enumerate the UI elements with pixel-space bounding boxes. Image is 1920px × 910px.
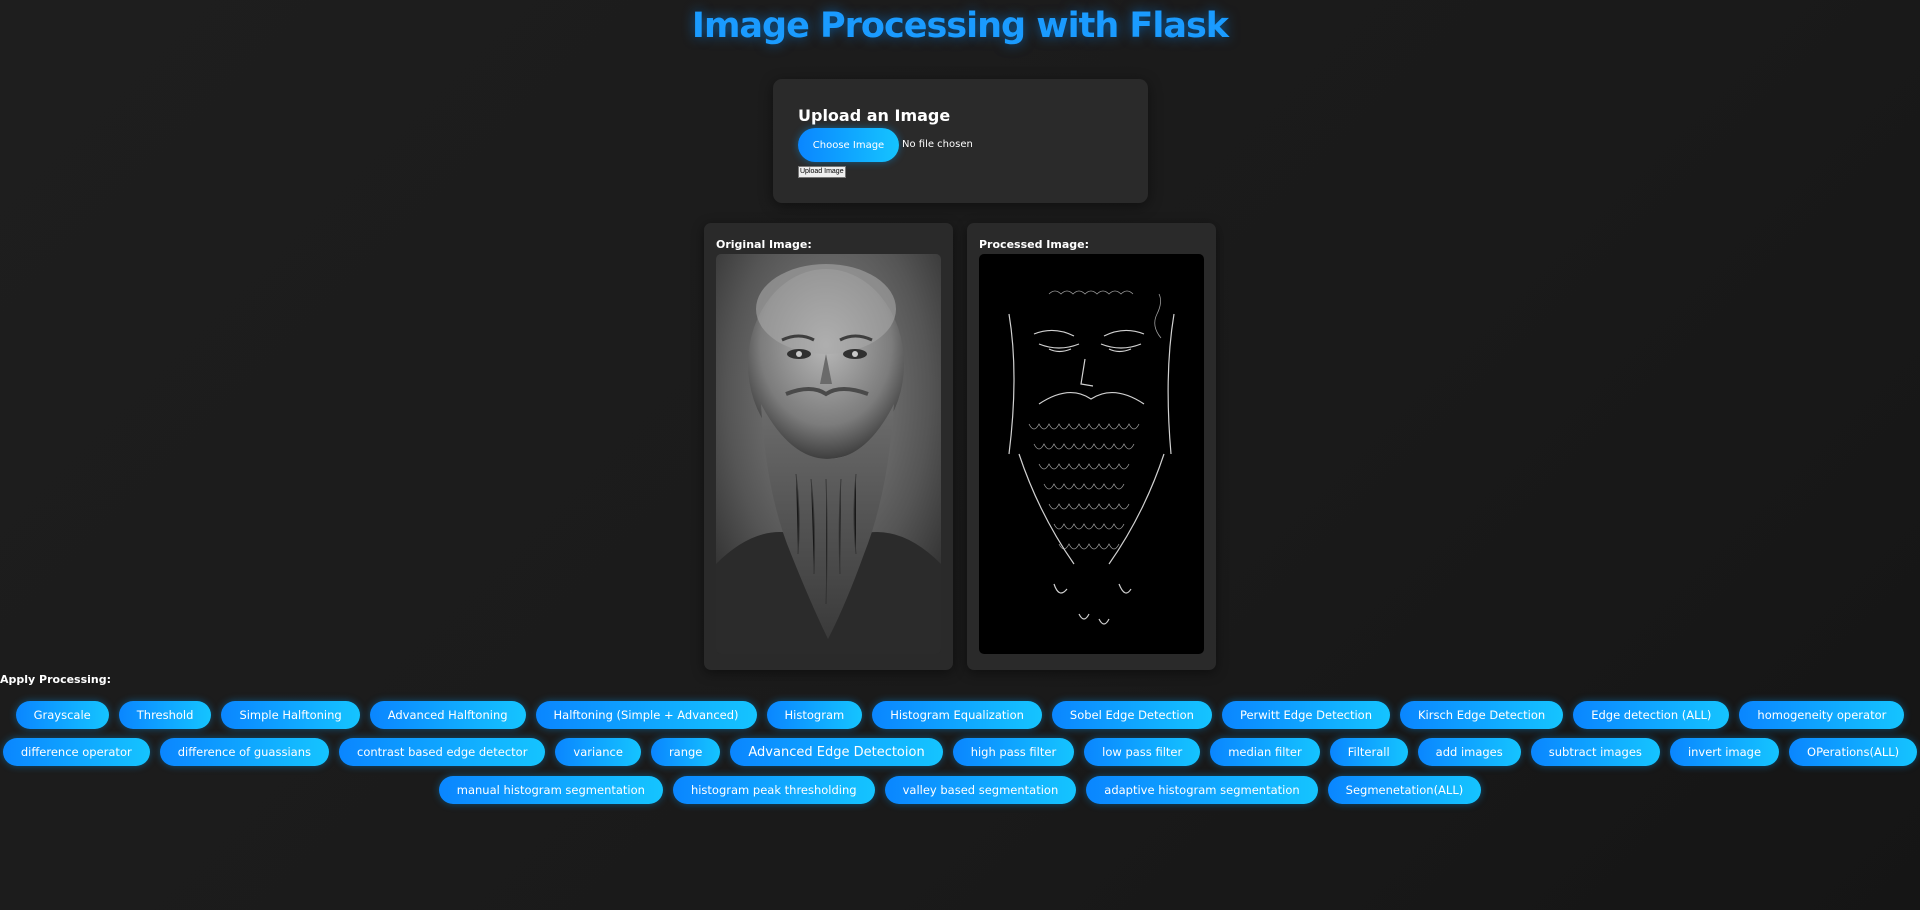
original-image-label: Original Image: bbox=[716, 238, 812, 251]
manual-histogram-segmentation-button[interactable]: manual histogram segmentation bbox=[438, 776, 663, 804]
operations-all-button[interactable]: OPerations(ALL) bbox=[1789, 738, 1918, 766]
edge-detection-all-button[interactable]: Edge detection (ALL) bbox=[1573, 701, 1730, 729]
grayscale-button[interactable]: Grayscale bbox=[15, 701, 109, 729]
add-images-button[interactable]: add images bbox=[1417, 738, 1521, 766]
halftoning-simple-advanced-button[interactable]: Halftoning (Simple + Advanced) bbox=[535, 701, 757, 729]
invert-image-button[interactable]: invert image bbox=[1669, 738, 1780, 766]
processing-buttons-row-3: manual histogram segmentation histogram … bbox=[0, 776, 1920, 804]
segmentation-all-button[interactable]: Segmenetation(ALL) bbox=[1327, 776, 1482, 804]
file-status-text: No file chosen bbox=[902, 139, 973, 150]
processed-image bbox=[979, 254, 1204, 654]
upload-card: Upload an Image Choose Image No file cho… bbox=[773, 79, 1148, 203]
threshold-button[interactable]: Threshold bbox=[118, 701, 212, 729]
homogeneity-operator-button[interactable]: homogeneity operator bbox=[1739, 701, 1905, 729]
high-pass-filter-button[interactable]: high pass filter bbox=[952, 738, 1075, 766]
perwitt-edge-detection-button[interactable]: Perwitt Edge Detection bbox=[1221, 701, 1391, 729]
upload-image-button[interactable]: Upload Image bbox=[798, 166, 846, 178]
difference-operator-button[interactable]: difference operator bbox=[2, 738, 150, 766]
filterall-button[interactable]: Filterall bbox=[1329, 738, 1408, 766]
upload-heading: Upload an Image bbox=[798, 106, 951, 125]
variance-button[interactable]: variance bbox=[555, 738, 641, 766]
original-image bbox=[716, 254, 941, 654]
processing-buttons-row-2: difference operator difference of guassi… bbox=[0, 738, 1920, 766]
sobel-edge-detection-button[interactable]: Sobel Edge Detection bbox=[1051, 701, 1212, 729]
processed-image-label: Processed Image: bbox=[979, 238, 1089, 251]
median-filter-button[interactable]: median filter bbox=[1210, 738, 1320, 766]
page: Image Processing with Flask Upload an Im… bbox=[0, 0, 1920, 910]
low-pass-filter-button[interactable]: low pass filter bbox=[1084, 738, 1201, 766]
valley-based-segmentation-button[interactable]: valley based segmentation bbox=[884, 776, 1077, 804]
processing-buttons-row-1: Grayscale Threshold Simple Halftoning Ad… bbox=[0, 701, 1920, 729]
choose-image-button[interactable]: Choose Image bbox=[798, 128, 899, 162]
advanced-edge-detection-button[interactable]: Advanced Edge Detectoion bbox=[730, 738, 943, 766]
kirsch-edge-detection-button[interactable]: Kirsch Edge Detection bbox=[1400, 701, 1564, 729]
histogram-button[interactable]: Histogram bbox=[766, 701, 863, 729]
histogram-equalization-button[interactable]: Histogram Equalization bbox=[872, 701, 1042, 729]
page-title: Image Processing with Flask bbox=[691, 6, 1229, 46]
difference-of-gaussians-button[interactable]: difference of guassians bbox=[159, 738, 329, 766]
subtract-images-button[interactable]: subtract images bbox=[1530, 738, 1660, 766]
contrast-based-edge-detector-button[interactable]: contrast based edge detector bbox=[339, 738, 546, 766]
original-image-card: Original Image: bbox=[704, 223, 953, 670]
apply-processing-label: Apply Processing: bbox=[0, 673, 112, 686]
histogram-peak-thresholding-button[interactable]: histogram peak thresholding bbox=[672, 776, 875, 804]
simple-halftoning-button[interactable]: Simple Halftoning bbox=[221, 701, 360, 729]
advanced-halftoning-button[interactable]: Advanced Halftoning bbox=[369, 701, 526, 729]
adaptive-histogram-segmentation-button[interactable]: adaptive histogram segmentation bbox=[1086, 776, 1318, 804]
processed-image-card: Processed Image: bbox=[967, 223, 1216, 670]
range-button[interactable]: range bbox=[650, 738, 721, 766]
